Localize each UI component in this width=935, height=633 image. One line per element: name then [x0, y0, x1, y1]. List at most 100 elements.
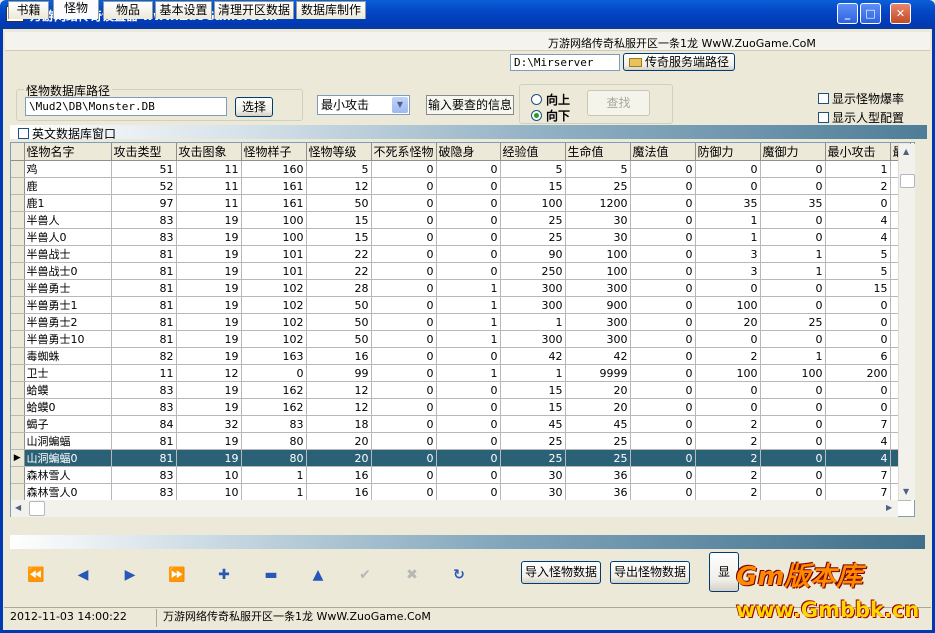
scroll-right-icon[interactable]: ▶: [886, 503, 892, 512]
tab-books[interactable]: 书籍: [8, 1, 49, 19]
table-cell[interactable]: 9999: [565, 364, 631, 382]
table-cell[interactable]: 81: [111, 262, 177, 280]
row-indicator[interactable]: [11, 262, 25, 280]
tab-db-build[interactable]: 数据库制作: [296, 1, 366, 19]
table-cell[interactable]: 90: [500, 245, 566, 263]
table-cell[interactable]: 2: [695, 415, 761, 433]
table-cell[interactable]: 12: [306, 177, 372, 195]
table-cell[interactable]: 25: [500, 211, 566, 229]
table-cell[interactable]: 1: [241, 466, 307, 484]
table-cell[interactable]: 0: [371, 415, 437, 433]
table-cell[interactable]: 200: [825, 364, 891, 382]
table-cell[interactable]: 35: [760, 194, 826, 212]
table-cell[interactable]: 19: [176, 245, 242, 263]
table-cell[interactable]: 0: [695, 160, 761, 178]
table-cell[interactable]: 1: [436, 364, 501, 382]
table-row[interactable]: 蝎子 84 32 83 18 0 0 45 45 0 2 0 7: [11, 415, 911, 433]
table-cell[interactable]: 0: [371, 313, 437, 331]
table-cell[interactable]: 0: [436, 177, 501, 195]
table-cell[interactable]: 0: [371, 177, 437, 195]
row-indicator[interactable]: [11, 347, 25, 365]
column-header[interactable]: 破隐身: [436, 143, 501, 161]
table-cell[interactable]: 20: [306, 432, 372, 450]
edit-record-icon[interactable]: ▲: [309, 566, 327, 584]
table-cell[interactable]: 161: [241, 194, 307, 212]
table-cell[interactable]: 19: [176, 432, 242, 450]
table-cell[interactable]: 0: [630, 415, 696, 433]
table-cell[interactable]: 162: [241, 381, 307, 399]
table-cell[interactable]: 300: [500, 330, 566, 348]
table-cell[interactable]: 0: [630, 398, 696, 416]
table-cell[interactable]: 30: [565, 211, 631, 229]
table-row[interactable]: 蛤蟆 83 19 162 12 0 0 15 20 0 0 0 0: [11, 381, 911, 399]
table-cell[interactable]: 36: [565, 483, 631, 501]
table-cell[interactable]: 50: [306, 330, 372, 348]
table-cell[interactable]: 0: [825, 296, 891, 314]
table-cell[interactable]: 0: [371, 160, 437, 178]
table-cell[interactable]: 7: [825, 415, 891, 433]
show-drops-checkbox[interactable]: 显示怪物爆率: [818, 90, 904, 107]
table-cell[interactable]: 2: [695, 466, 761, 484]
table-cell[interactable]: 2: [695, 432, 761, 450]
table-cell[interactable]: 5: [825, 245, 891, 263]
show-human-checkbox[interactable]: 显示人型配置: [818, 109, 904, 126]
server-path-field[interactable]: D:\Mirserver: [510, 54, 620, 71]
monster-name-cell[interactable]: 蝎子: [24, 415, 112, 433]
vertical-scrollbar[interactable]: ▲ ▼: [898, 144, 915, 500]
table-cell[interactable]: 100: [500, 194, 566, 212]
table-cell[interactable]: 19: [176, 449, 242, 467]
monster-name-cell[interactable]: 山洞蝙蝠0: [24, 449, 112, 467]
maximize-button[interactable]: □: [860, 3, 881, 24]
row-indicator[interactable]: [11, 313, 25, 331]
monster-name-cell[interactable]: 蛤蟆: [24, 381, 112, 399]
column-header[interactable]: 怪物等级: [306, 143, 372, 161]
table-cell[interactable]: 0: [371, 228, 437, 246]
table-row[interactable]: ▶ 山洞蝙蝠0 81 19 80 20 0 0 25 25 0 2 0 4: [11, 449, 911, 467]
row-indicator[interactable]: ▶: [11, 449, 25, 467]
table-cell[interactable]: 0: [371, 449, 437, 467]
table-cell[interactable]: 81: [111, 449, 177, 467]
table-cell[interactable]: 0: [630, 194, 696, 212]
table-cell[interactable]: 6: [825, 347, 891, 365]
table-cell[interactable]: 0: [630, 177, 696, 195]
column-header[interactable]: 不死系怪物: [371, 143, 437, 161]
direction-up-radio[interactable]: 向上: [531, 91, 570, 108]
table-cell[interactable]: 1: [500, 364, 566, 382]
row-indicator[interactable]: [11, 381, 25, 399]
monster-name-cell[interactable]: 半兽勇士1: [24, 296, 112, 314]
table-cell[interactable]: 0: [436, 398, 501, 416]
table-cell[interactable]: 0: [630, 449, 696, 467]
table-cell[interactable]: 2: [695, 483, 761, 501]
table-cell[interactable]: 1: [760, 245, 826, 263]
table-cell[interactable]: 0: [436, 194, 501, 212]
table-cell[interactable]: 50: [306, 313, 372, 331]
table-cell[interactable]: 19: [176, 313, 242, 331]
table-cell[interactable]: 161: [241, 177, 307, 195]
table-cell[interactable]: 25: [760, 313, 826, 331]
table-cell[interactable]: 16: [306, 483, 372, 501]
table-cell[interactable]: 101: [241, 262, 307, 280]
table-cell[interactable]: 83: [111, 483, 177, 501]
monster-name-cell[interactable]: 卫士: [24, 364, 112, 382]
table-cell[interactable]: 0: [371, 262, 437, 280]
table-cell[interactable]: 2: [825, 177, 891, 195]
table-cell[interactable]: 0: [825, 330, 891, 348]
table-cell[interactable]: 0: [825, 381, 891, 399]
table-cell[interactable]: 83: [111, 398, 177, 416]
table-row[interactable]: 半兽战士 81 19 101 22 0 0 90 100 0 3 1 5: [11, 245, 911, 263]
close-button[interactable]: ✕: [890, 3, 911, 24]
table-cell[interactable]: 83: [111, 466, 177, 484]
table-cell[interactable]: 83: [241, 415, 307, 433]
table-row[interactable]: 半兽勇士1 81 19 102 50 0 1 300 900 0 100 0 0: [11, 296, 911, 314]
table-cell[interactable]: 5: [306, 160, 372, 178]
table-cell[interactable]: 0: [695, 398, 761, 416]
last-record-icon[interactable]: ⏩: [168, 566, 186, 584]
table-cell[interactable]: 0: [371, 296, 437, 314]
table-cell[interactable]: 5: [825, 262, 891, 280]
table-cell[interactable]: 1: [436, 313, 501, 331]
table-cell[interactable]: 100: [695, 364, 761, 382]
find-button[interactable]: 查找: [587, 90, 650, 116]
table-cell[interactable]: 100: [760, 364, 826, 382]
table-cell[interactable]: 1: [241, 483, 307, 501]
monster-name-cell[interactable]: 山洞蝙蝠: [24, 432, 112, 450]
